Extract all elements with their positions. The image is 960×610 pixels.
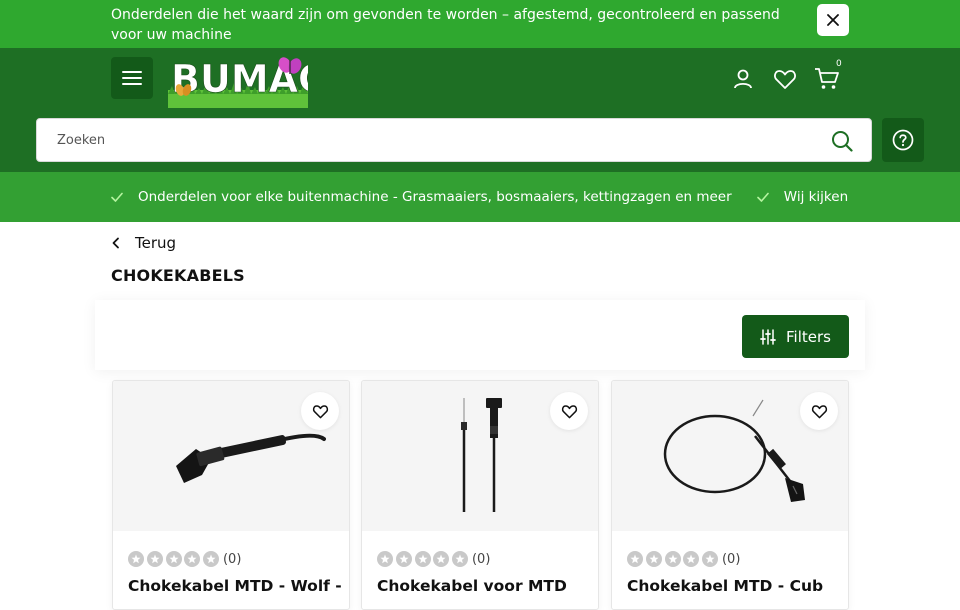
close-icon bbox=[827, 14, 839, 26]
star-icon bbox=[645, 551, 662, 567]
sliders-icon bbox=[760, 328, 776, 345]
usp-item: Wij kijken met u m bbox=[756, 172, 849, 222]
product-image[interactable] bbox=[113, 381, 349, 531]
heart-icon bbox=[312, 404, 328, 418]
heart-icon bbox=[561, 404, 577, 418]
star-icon bbox=[128, 551, 144, 567]
filters-button[interactable]: Filters bbox=[742, 315, 849, 358]
filters-label: Filters bbox=[786, 327, 831, 346]
star-icon bbox=[452, 551, 469, 567]
wishlist-toggle-button[interactable] bbox=[800, 392, 838, 430]
rating-count: (0) bbox=[471, 551, 491, 567]
back-link[interactable]: Terug bbox=[111, 232, 176, 254]
search-bar bbox=[36, 118, 872, 162]
account-icon bbox=[734, 69, 752, 89]
announcement-bar: Onderdelen die het waard zijn om gevonde… bbox=[0, 0, 960, 48]
rating: (0) bbox=[377, 551, 490, 567]
wishlist-toggle-button[interactable] bbox=[550, 392, 588, 430]
star-icon bbox=[702, 551, 719, 567]
cart-icon bbox=[815, 68, 839, 89]
account-button[interactable] bbox=[730, 66, 756, 92]
page-title: CHOKEKABELS bbox=[111, 266, 245, 285]
cart-button[interactable] bbox=[814, 66, 840, 92]
star-icon bbox=[377, 551, 393, 567]
usp-item: Onderdelen voor elke buitenmachine - Gra… bbox=[111, 172, 732, 222]
product-title[interactable]: Chokekabel MTD - Wolf - bbox=[128, 575, 343, 597]
rating: (0) bbox=[128, 551, 241, 567]
usp-text: Wij kijken met u m bbox=[783, 189, 849, 205]
back-link-label: Terug bbox=[135, 234, 177, 252]
choke-cable-mtd-image bbox=[461, 398, 502, 512]
rating-count: (0) bbox=[721, 551, 741, 567]
rating-count: (0) bbox=[222, 551, 242, 567]
check-icon bbox=[111, 192, 123, 202]
star-icon bbox=[627, 551, 643, 567]
usp-text: Onderdelen voor elke buitenmachine - Gra… bbox=[138, 189, 732, 205]
product-image[interactable] bbox=[612, 381, 848, 531]
announcement-text: Onderdelen die het waard zijn om gevonde… bbox=[111, 7, 780, 43]
cart-count-badge: 0 bbox=[836, 59, 842, 69]
star-icon bbox=[203, 551, 220, 567]
rating: (0) bbox=[627, 551, 740, 567]
wishlist-button[interactable] bbox=[772, 66, 798, 92]
choke-cable-cub-image bbox=[663, 399, 805, 502]
product-card[interactable]: (0) Chokekabel voor MTD bbox=[361, 380, 599, 610]
usp-list: Onderdelen voor elke buitenmachine - Gra… bbox=[111, 172, 849, 222]
star-icon bbox=[683, 551, 700, 567]
wishlist-toggle-button[interactable] bbox=[301, 392, 339, 430]
star-icon bbox=[395, 551, 412, 567]
choke-cable-wolf-image bbox=[176, 433, 326, 483]
star-icon bbox=[165, 551, 182, 567]
search-input[interactable] bbox=[57, 119, 817, 161]
menu-icon bbox=[122, 71, 142, 85]
star-icon bbox=[184, 551, 201, 567]
logo[interactable]: BUMAC bbox=[168, 52, 326, 108]
help-icon bbox=[892, 129, 914, 151]
product-title[interactable]: Chokekabel voor MTD bbox=[377, 575, 592, 597]
star-icon bbox=[146, 551, 163, 567]
product-image[interactable] bbox=[362, 381, 598, 531]
product-title[interactable]: Chokekabel MTD - Cub bbox=[627, 575, 842, 597]
chevron-left-icon bbox=[112, 237, 119, 249]
heart-icon bbox=[811, 404, 827, 418]
product-card[interactable]: (0) Chokekabel MTD - Cub bbox=[611, 380, 849, 610]
star-icon bbox=[433, 551, 450, 567]
menu-button[interactable] bbox=[111, 57, 153, 99]
star-icon bbox=[414, 551, 431, 567]
search-icon[interactable] bbox=[831, 130, 853, 152]
close-announcement-button[interactable] bbox=[817, 4, 849, 36]
usp-bar: Onderdelen voor elke buitenmachine - Gra… bbox=[0, 172, 960, 222]
check-icon bbox=[756, 192, 769, 202]
star-icon bbox=[664, 551, 681, 567]
product-card[interactable]: (0) Chokekabel MTD - Wolf - bbox=[112, 380, 350, 610]
site-header: BUMAC 0 bbox=[0, 48, 960, 172]
heart-icon bbox=[774, 70, 796, 89]
help-button[interactable] bbox=[882, 118, 924, 162]
